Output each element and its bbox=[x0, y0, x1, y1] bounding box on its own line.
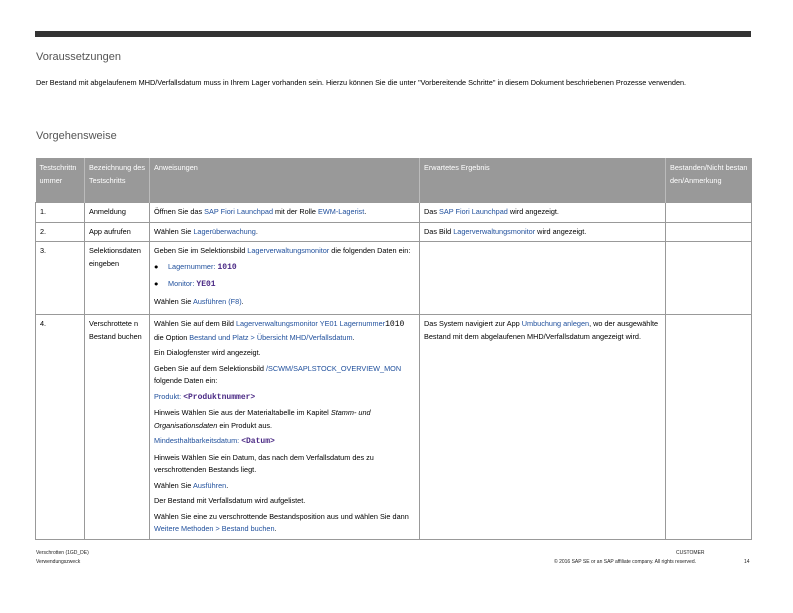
text: folgende Daten ein: bbox=[154, 376, 218, 385]
step-number: 4. bbox=[35, 314, 85, 540]
link-selection-screen[interactable]: /SCWM/SAPLSTOCK_OVERVIEW_MON bbox=[266, 364, 401, 373]
text: Das bbox=[424, 207, 440, 216]
text: . bbox=[274, 524, 277, 533]
text: die Option bbox=[154, 332, 190, 342]
text: Das Bild bbox=[424, 226, 454, 236]
text: Wählen Sie bbox=[154, 226, 194, 236]
section-heading-procedure: Vorgehensweise bbox=[36, 130, 117, 142]
text: Wählen Sie eine zu verschrottende Bestan… bbox=[154, 511, 409, 521]
field-label: Monitor: bbox=[168, 279, 197, 288]
field-value: <Produktnummer> bbox=[183, 392, 256, 402]
step-name: Verschrottete n Bestand buchen bbox=[84, 314, 150, 540]
text: Wählen Sie bbox=[154, 480, 193, 490]
step-instructions: Wählen Sie Lagerüberwachung. bbox=[149, 221, 420, 242]
step-status bbox=[665, 241, 752, 315]
text: Wählen Sie bbox=[154, 296, 193, 306]
table-row: 2. App aufrufen Wählen Sie Lagerüberwach… bbox=[35, 221, 752, 242]
field-label: Lagernummer: bbox=[168, 261, 218, 271]
section-heading-prerequisites: Voraussetzungen bbox=[36, 51, 122, 63]
field-value: YE01 bbox=[196, 280, 216, 289]
page-number: 14 bbox=[744, 559, 750, 565]
header-step-number: Testschrittnummer bbox=[35, 158, 85, 203]
step-name: Selektionsdaten eingeben bbox=[84, 241, 150, 315]
step-number: 2. bbox=[35, 221, 85, 242]
field-value: <Datum> bbox=[241, 437, 275, 446]
text: Geben Sie im Selektionsbild bbox=[154, 246, 248, 255]
text: wird angezeigt. bbox=[535, 226, 587, 236]
field-value: 1010 bbox=[217, 262, 237, 272]
text: Geben Sie auf dem Selektionsbild bbox=[154, 363, 266, 373]
text: . bbox=[255, 226, 258, 236]
link-create-posting-change[interactable]: Umbuchung anlegen bbox=[522, 319, 589, 328]
link-stock-overview[interactable]: Bestand und Platz > Übersicht MHD/Verfal… bbox=[189, 333, 352, 342]
text: Öffnen Sie das bbox=[154, 207, 205, 216]
text: die folgenden Daten ein: bbox=[329, 246, 411, 255]
link-execute[interactable]: Ausführen (F8) bbox=[193, 297, 242, 306]
bullet-icon: ● bbox=[154, 261, 159, 271]
table-row: 4. Verschrottete n Bestand buchen Wählen… bbox=[35, 314, 752, 540]
prerequisites-text: Der Bestand mit abgelaufenem MHD/Verfall… bbox=[36, 78, 687, 87]
step-result: Das System navigiert zur App Umbuchung a… bbox=[419, 314, 666, 540]
text: Das System navigiert zur App bbox=[424, 319, 522, 328]
step-status bbox=[665, 314, 752, 540]
field-label: Mindesthaltbarkeitsdatum: bbox=[154, 436, 242, 445]
step-status bbox=[665, 221, 752, 242]
text: Ein Dialogfenster wird angezeigt. bbox=[154, 348, 261, 357]
text: Hinweis Wählen Sie ein Datum, das nach d… bbox=[154, 452, 374, 475]
text: . bbox=[352, 332, 355, 342]
table-header-row: Testschrittnummer Bezeichnung des Testsc… bbox=[35, 158, 752, 203]
text: mit der Rolle bbox=[273, 207, 319, 216]
header-expected-result: Erwartetes Ergebnis bbox=[419, 158, 666, 203]
link-role[interactable]: EWM-Lagerist bbox=[318, 207, 364, 216]
field-label: Produkt: bbox=[154, 391, 184, 401]
text: Der Bestand mit Verfallsdatum wird aufge… bbox=[154, 496, 306, 505]
step-status bbox=[665, 202, 752, 223]
link-fiori-launchpad[interactable]: SAP Fiori Launchpad bbox=[204, 207, 273, 216]
header-instructions: Anweisungen bbox=[149, 158, 420, 203]
link-warehouse-monitor[interactable]: Lagerverwaltungsmonitor bbox=[247, 246, 329, 255]
step-result: Das SAP Fiori Launchpad wird angezeigt. bbox=[419, 202, 666, 223]
field-value: 1010 bbox=[385, 320, 405, 329]
step-number: 3. bbox=[35, 241, 85, 315]
link-post-stock[interactable]: Weitere Methoden > Bestand buchen bbox=[154, 524, 275, 533]
step-number: 1. bbox=[35, 202, 85, 223]
step-instructions: Geben Sie im Selektionsbild Lagerverwalt… bbox=[149, 241, 420, 315]
link-warehouse-monitor[interactable]: Lagerverwaltungsmonitor bbox=[453, 227, 535, 236]
top-rule bbox=[35, 31, 751, 37]
footer-classification: CUSTOMER bbox=[676, 550, 705, 556]
step-name: Anmeldung bbox=[84, 202, 150, 223]
step-instructions: Öffnen Sie das SAP Fiori Launchpad mit d… bbox=[149, 202, 420, 223]
list-item: ● Lagernummer: 1010 bbox=[154, 261, 415, 275]
table-row: 3. Selektionsdaten eingeben Geben Sie im… bbox=[35, 241, 752, 315]
bullet-icon: ● bbox=[154, 279, 159, 288]
step-result bbox=[419, 241, 666, 315]
text: . bbox=[364, 207, 367, 216]
step-result: Das Bild Lagerverwaltungsmonitor wird an… bbox=[419, 221, 666, 242]
text: wird angezeigt. bbox=[507, 207, 559, 216]
table-row: 1. Anmeldung Öffnen Sie das SAP Fiori La… bbox=[35, 202, 752, 223]
step-instructions: Wählen Sie auf dem Bild Lagerverwaltungs… bbox=[149, 314, 420, 540]
text: Wählen Sie auf dem Bild bbox=[154, 319, 236, 328]
list-item: ● Monitor: YE01 bbox=[154, 278, 415, 292]
footer-purpose: Verwendungszweck bbox=[36, 559, 81, 565]
link-execute[interactable]: Ausführen bbox=[193, 481, 226, 490]
link-warehouse-monitoring[interactable]: Lagerüberwachung bbox=[193, 227, 255, 236]
link-warehouse-monitor-ye01[interactable]: Lagerverwaltungsmonitor YE01 bbox=[236, 319, 338, 328]
step-name: App aufrufen bbox=[84, 221, 150, 242]
text: Hinweis Wählen Sie aus der Materialtabel… bbox=[154, 408, 331, 417]
header-status: Bestanden/Nicht bestanden/Anmerkung bbox=[665, 158, 752, 203]
footer-document-title: Verschrotten (1GD_DE) bbox=[36, 550, 89, 556]
text: . bbox=[241, 296, 244, 306]
field-label: Lagernummer bbox=[339, 319, 386, 328]
text: . bbox=[226, 480, 229, 490]
text: ein Produkt aus. bbox=[217, 420, 273, 430]
link-fiori-launchpad[interactable]: SAP Fiori Launchpad bbox=[439, 207, 508, 216]
header-step-name: Bezeichnung des Testschritts bbox=[84, 158, 150, 203]
footer-copyright: © 2016 SAP SE or an SAP affiliate compan… bbox=[554, 559, 697, 565]
test-steps-table: Testschrittnummer Bezeichnung des Testsc… bbox=[35, 158, 752, 540]
